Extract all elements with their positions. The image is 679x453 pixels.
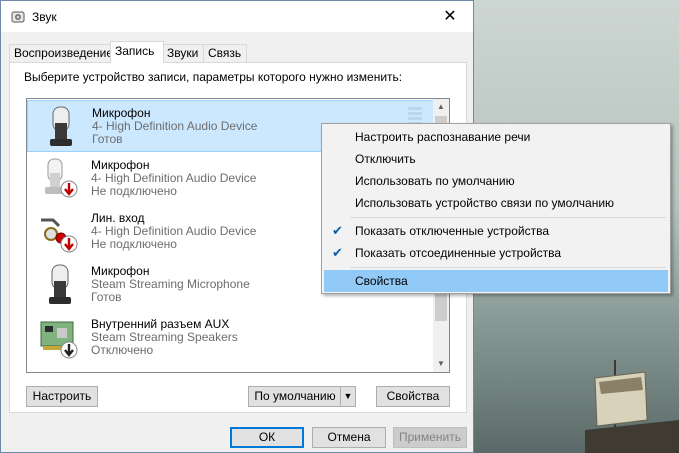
microphone-icon <box>50 106 72 146</box>
device-status: Готов <box>91 290 122 304</box>
device-description: Steam Streaming Speakers <box>91 330 238 344</box>
disconnected-badge-icon <box>60 180 78 198</box>
close-button[interactable]: ✕ <box>427 1 473 32</box>
scroll-up-arrow-icon[interactable]: ▲ <box>433 99 449 115</box>
tab-communications[interactable]: Связь <box>203 44 247 62</box>
microphone-icon <box>49 264 71 304</box>
device-name: Внутренний разъем AUX <box>91 317 230 331</box>
menu-item-label: Отключить <box>355 152 416 166</box>
checkmark-icon: ✔ <box>332 223 343 238</box>
device-status: Готов <box>92 132 123 146</box>
device-description: Steam Streaming Microphone <box>91 277 250 291</box>
disabled-badge-icon <box>60 341 78 359</box>
device-name: Микрофон <box>91 158 150 172</box>
device-description: 4- High Definition Audio Device <box>92 119 258 133</box>
menu-separator <box>350 217 666 218</box>
set-default-label: По умолчанию <box>254 389 336 403</box>
configure-button[interactable]: Настроить <box>26 386 98 407</box>
device-status: Не подключено <box>91 184 177 198</box>
title-bar: Звук ✕ <box>1 1 473 32</box>
device-status: Отключено <box>91 343 154 357</box>
menu-item-label: Свойства <box>355 274 408 288</box>
tab-recording[interactable]: Запись <box>110 41 164 63</box>
menu-item-label: Использовать устройство связи по умолчан… <box>355 196 615 210</box>
device-description: 4- High Definition Audio Device <box>91 224 257 238</box>
menu-item-set-default[interactable]: Использовать по умолчанию <box>324 170 668 192</box>
menu-item-label: Показать отсоединенные устройства <box>355 246 562 260</box>
ship-wallpaper-detail <box>585 360 679 453</box>
menu-item-label: Настроить распознавание речи <box>355 130 531 144</box>
menu-item-label: Использовать по умолчанию <box>355 174 515 188</box>
menu-separator <box>350 267 666 268</box>
menu-item-show-disabled[interactable]: ✔ Показать отключенные устройства <box>324 220 668 242</box>
context-menu: Настроить распознавание речи Отключить И… <box>321 123 671 294</box>
sound-card-icon <box>40 321 78 359</box>
device-description: 4- High Definition Audio Device <box>91 171 257 185</box>
cancel-button[interactable]: Отмена <box>312 427 386 448</box>
properties-button[interactable]: Свойства <box>376 386 450 407</box>
speaker-icon <box>11 11 25 23</box>
tab-playback[interactable]: Воспроизведение <box>9 44 113 62</box>
apply-button[interactable]: Применить <box>393 427 467 448</box>
menu-item-speech-recognition[interactable]: Настроить распознавание речи <box>324 126 668 148</box>
ok-button[interactable]: ОК <box>230 427 304 448</box>
menu-item-properties[interactable]: Свойства <box>324 270 668 292</box>
device-status: Не подключено <box>91 237 177 251</box>
instruction-text: Выберите устройство записи, параметры ко… <box>24 70 403 84</box>
tab-sounds[interactable]: Звуки <box>162 44 205 62</box>
device-name: Микрофон <box>91 264 150 278</box>
set-default-button[interactable]: По умолчанию ▼ <box>248 386 356 407</box>
device-name: Лин. вход <box>91 211 145 225</box>
set-default-dropdown[interactable]: ▼ <box>340 387 355 406</box>
window-title: Звук <box>32 10 57 24</box>
disconnected-badge-icon <box>60 235 78 253</box>
scroll-down-arrow-icon[interactable]: ▼ <box>433 356 449 372</box>
menu-item-set-default-communication[interactable]: Использовать устройство связи по умолчан… <box>324 192 668 214</box>
microphone-icon <box>45 158 78 198</box>
menu-item-label: Показать отключенные устройства <box>355 224 550 238</box>
menu-item-show-disconnected[interactable]: ✔ Показать отсоединенные устройства <box>324 242 668 264</box>
device-name: Микрофон <box>92 106 151 120</box>
menu-item-disable[interactable]: Отключить <box>324 148 668 170</box>
line-in-jack-icon <box>41 218 78 253</box>
list-item[interactable]: Внутренний разъем AUX Steam Streaming Sp… <box>27 312 434 364</box>
checkmark-icon: ✔ <box>332 245 343 260</box>
